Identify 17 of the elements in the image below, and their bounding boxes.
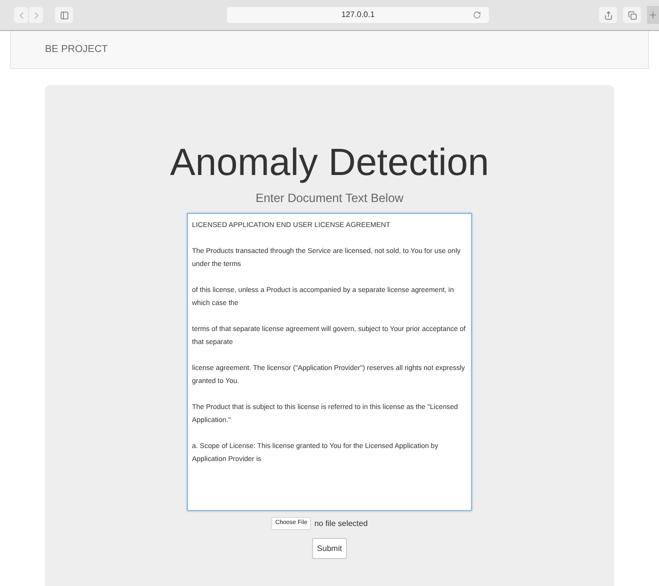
plus-icon [648,10,658,20]
tabs-icon [628,10,636,20]
submit-button[interactable]: Submit [312,538,347,559]
page-subtitle: Enter Document Text Below [256,190,404,207]
file-status: no file selected [314,518,368,530]
new-tab-button[interactable] [647,6,659,24]
share-button[interactable] [599,7,617,23]
brand-link[interactable]: BE PROJECT [45,42,108,57]
forward-button[interactable] [29,7,43,23]
sidebar-icon [60,10,68,20]
page-title: Anomaly Detection [170,141,489,185]
reload-icon[interactable] [473,11,481,19]
address-field[interactable]: 127.0.0.1 [227,7,489,23]
share-icon [604,10,612,20]
sidebar-button[interactable] [55,7,73,23]
back-button[interactable] [14,7,28,23]
tabs-button[interactable] [623,7,641,23]
